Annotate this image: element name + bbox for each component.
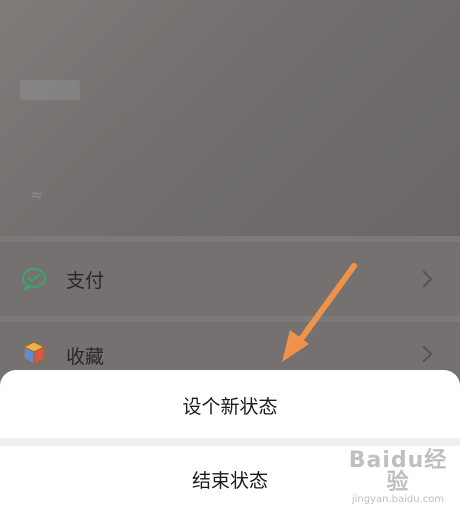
watermark-url: jingyan.baidu.com: [351, 494, 445, 505]
watermark: Baidu经验 jingyan.baidu.com: [348, 450, 448, 506]
status-icon: ≈: [30, 185, 44, 204]
set-new-status-button[interactable]: 设个新状态: [0, 372, 460, 438]
profile-header: ≈: [0, 0, 460, 236]
wechat-pay-icon: [22, 268, 46, 291]
sheet-divider: [0, 438, 460, 446]
chevron-right-icon: [415, 270, 433, 288]
menu-item-label: 支付: [66, 269, 105, 292]
watermark-logo: Baidu经验: [348, 448, 448, 495]
chevron-right-icon: [415, 345, 433, 363]
menu-item-pay[interactable]: 支付: [0, 242, 460, 316]
menu-item-label: 收藏: [66, 346, 105, 368]
favorites-cube-icon: [22, 341, 46, 365]
blurred-username: [20, 80, 80, 100]
